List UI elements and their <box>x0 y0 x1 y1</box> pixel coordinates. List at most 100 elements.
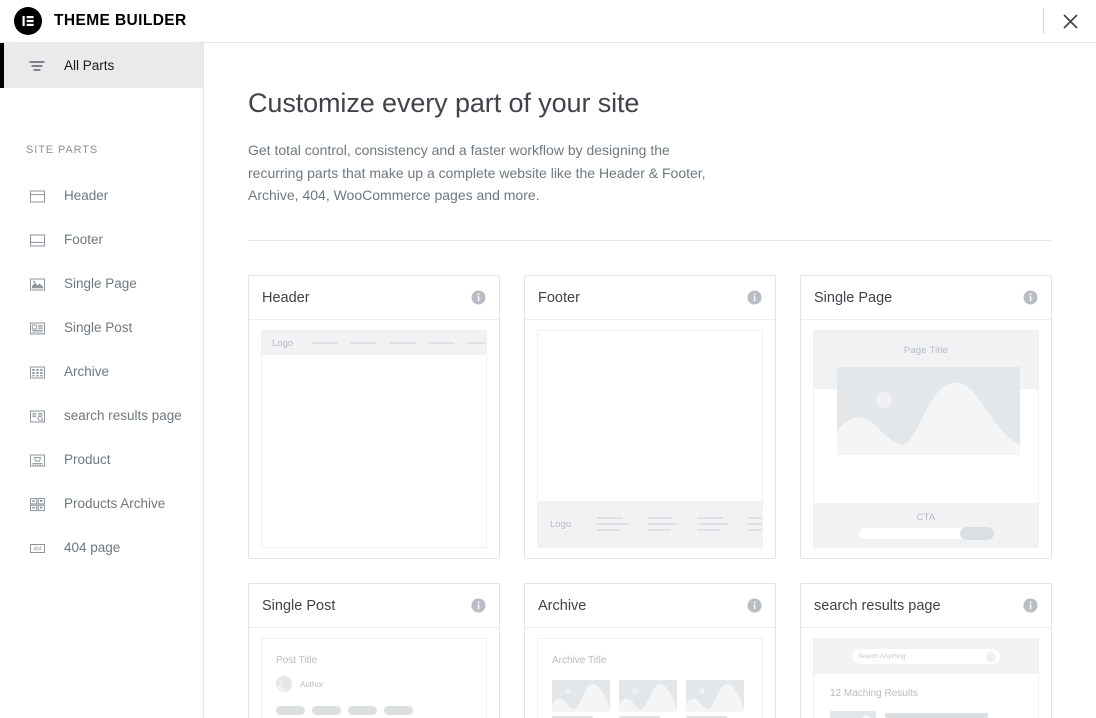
card-footer[interactable]: Footer Logo <box>524 275 776 560</box>
card-search-results-page[interactable]: search results page Search Anything 12 M… <box>800 583 1052 718</box>
nav-link <box>467 342 486 345</box>
info-icon[interactable] <box>1023 598 1038 613</box>
thumbnail-placeholder <box>830 711 876 718</box>
sidebar-item-label: search results page <box>64 408 182 424</box>
footer-column <box>647 517 680 532</box>
post-preview-body: Post Title Author <box>262 639 486 718</box>
search-band: Search Anything <box>814 639 1038 675</box>
thumbnail-placeholder <box>619 680 677 713</box>
sidebar-parts-list: Header Footer Single Page Single Post Ar… <box>0 174 203 570</box>
search-icon <box>986 651 996 662</box>
sidebar-item-label: Product <box>64 452 111 468</box>
wireframe-page-title-label: Page Title <box>903 345 949 357</box>
thumbnail-placeholder <box>552 680 610 713</box>
sidebar-item-label: Archive <box>64 364 110 380</box>
sidebar-item-label: Products Archive <box>64 496 166 512</box>
single-page-icon <box>26 273 48 295</box>
site-parts-grid: Header Logo Footer Logo Single Page Page… <box>248 275 1052 718</box>
card-preview-area: Logo <box>525 320 775 558</box>
sidebar-top-nav: All Parts <box>0 43 203 88</box>
archive-icon <box>26 361 48 383</box>
wireframe-archive-title-label: Archive Title <box>552 655 607 667</box>
page-title: Customize every part of your site <box>248 88 640 118</box>
sidebar-item-label: All Parts <box>64 58 115 73</box>
card-preview-area: Page Title CTA <box>801 320 1051 558</box>
wireframe-post-title-label: Post Title <box>276 655 318 667</box>
header-nav-band: Logo <box>262 331 486 356</box>
cta-submit-button[interactable] <box>959 526 994 540</box>
sidebar-item-404-page[interactable]: 404 404 page <box>0 526 203 570</box>
card-header-bar: Archive <box>525 584 775 629</box>
sidebar-item-search-results-page[interactable]: search results page <box>0 394 203 438</box>
wireframe-author-label: Author <box>300 679 324 689</box>
card-archive[interactable]: Archive Archive Title <box>524 583 776 718</box>
brand: THEME BUILDER <box>0 7 187 35</box>
footer-columns <box>597 517 762 532</box>
footer-column <box>597 517 630 532</box>
info-icon[interactable] <box>747 290 762 305</box>
archive-item <box>552 680 610 718</box>
card-preview-area: Logo <box>249 320 499 558</box>
card-single-page[interactable]: Single Page Page Title CTA <box>800 275 1052 560</box>
search-result-lines <box>885 711 1024 718</box>
card-title: search results page <box>814 597 941 614</box>
nav-link <box>311 342 339 345</box>
svg-text:404: 404 <box>33 546 42 552</box>
sidebar-item-single-page[interactable]: Single Page <box>0 262 203 306</box>
top-bar: THEME BUILDER <box>0 0 1096 43</box>
single-page-wireframe: Page Title CTA <box>813 330 1039 549</box>
footer-band: Logo <box>538 501 762 548</box>
sidebar-item-products-archive[interactable]: Products Archive <box>0 482 203 526</box>
archive-preview-body: Archive Title <box>538 639 762 718</box>
page-description: Get total control, consistency and a fas… <box>248 142 706 204</box>
theme-builder-app: THEME BUILDER All Parts SITE PARTS Heade… <box>0 0 1096 718</box>
sidebar-item-all-parts[interactable]: All Parts <box>0 43 203 88</box>
card-title: Header <box>262 289 310 306</box>
all-parts-icon <box>26 55 48 77</box>
products-archive-icon <box>26 493 48 515</box>
nav-links <box>311 342 486 345</box>
sidebar-item-footer[interactable]: Footer <box>0 218 203 262</box>
wireframe-logo-label: Logo <box>272 337 294 349</box>
sidebar-item-label: 404 page <box>64 540 121 556</box>
close-button[interactable] <box>1044 0 1096 43</box>
archive-wireframe: Archive Title <box>537 638 763 718</box>
sidebar-item-label: Single Post <box>64 320 133 336</box>
search-results-wireframe: Search Anything 12 Maching Results <box>813 638 1039 718</box>
hero-image-placeholder <box>837 367 1020 456</box>
cta-band: CTA <box>814 503 1038 548</box>
thumbnail-placeholder <box>686 680 744 713</box>
post-tag <box>276 706 305 716</box>
header-wireframe: Logo <box>261 330 487 549</box>
footer-icon <box>26 229 48 251</box>
product-icon <box>26 449 48 471</box>
sidebar-item-header[interactable]: Header <box>0 174 203 218</box>
wireframe-logo-label: Logo <box>550 518 572 530</box>
sidebar-item-single-post[interactable]: Single Post <box>0 306 203 350</box>
card-title: Single Post <box>262 597 336 614</box>
sidebar-item-label: Single Page <box>64 276 137 292</box>
single-post-wireframe: Post Title Author <box>261 638 487 718</box>
info-icon[interactable] <box>471 290 486 305</box>
info-icon[interactable] <box>1023 290 1038 305</box>
search-placeholder-label: Search Anything <box>858 653 906 661</box>
card-header-bar: Header <box>249 276 499 321</box>
footer-column <box>697 517 730 532</box>
nav-link <box>350 342 378 345</box>
post-tags <box>276 706 472 716</box>
card-single-post[interactable]: Single Post Post Title Author <box>248 583 500 718</box>
post-tag <box>312 706 341 716</box>
close-icon <box>1062 13 1078 29</box>
card-title: Archive <box>538 597 587 614</box>
card-header[interactable]: Header Logo <box>248 275 500 560</box>
card-header-bar: Footer <box>525 276 775 321</box>
nav-link <box>428 342 456 345</box>
search-results-icon <box>26 405 48 427</box>
info-icon[interactable] <box>471 598 486 613</box>
main-content: Customize every part of your site Get to… <box>204 43 1096 718</box>
sidebar-item-archive[interactable]: Archive <box>0 350 203 394</box>
info-icon[interactable] <box>747 598 762 613</box>
sidebar-item-product[interactable]: Product <box>0 438 203 482</box>
search-input[interactable]: Search Anything <box>852 649 1000 665</box>
card-preview-area: Archive Title <box>525 628 775 718</box>
